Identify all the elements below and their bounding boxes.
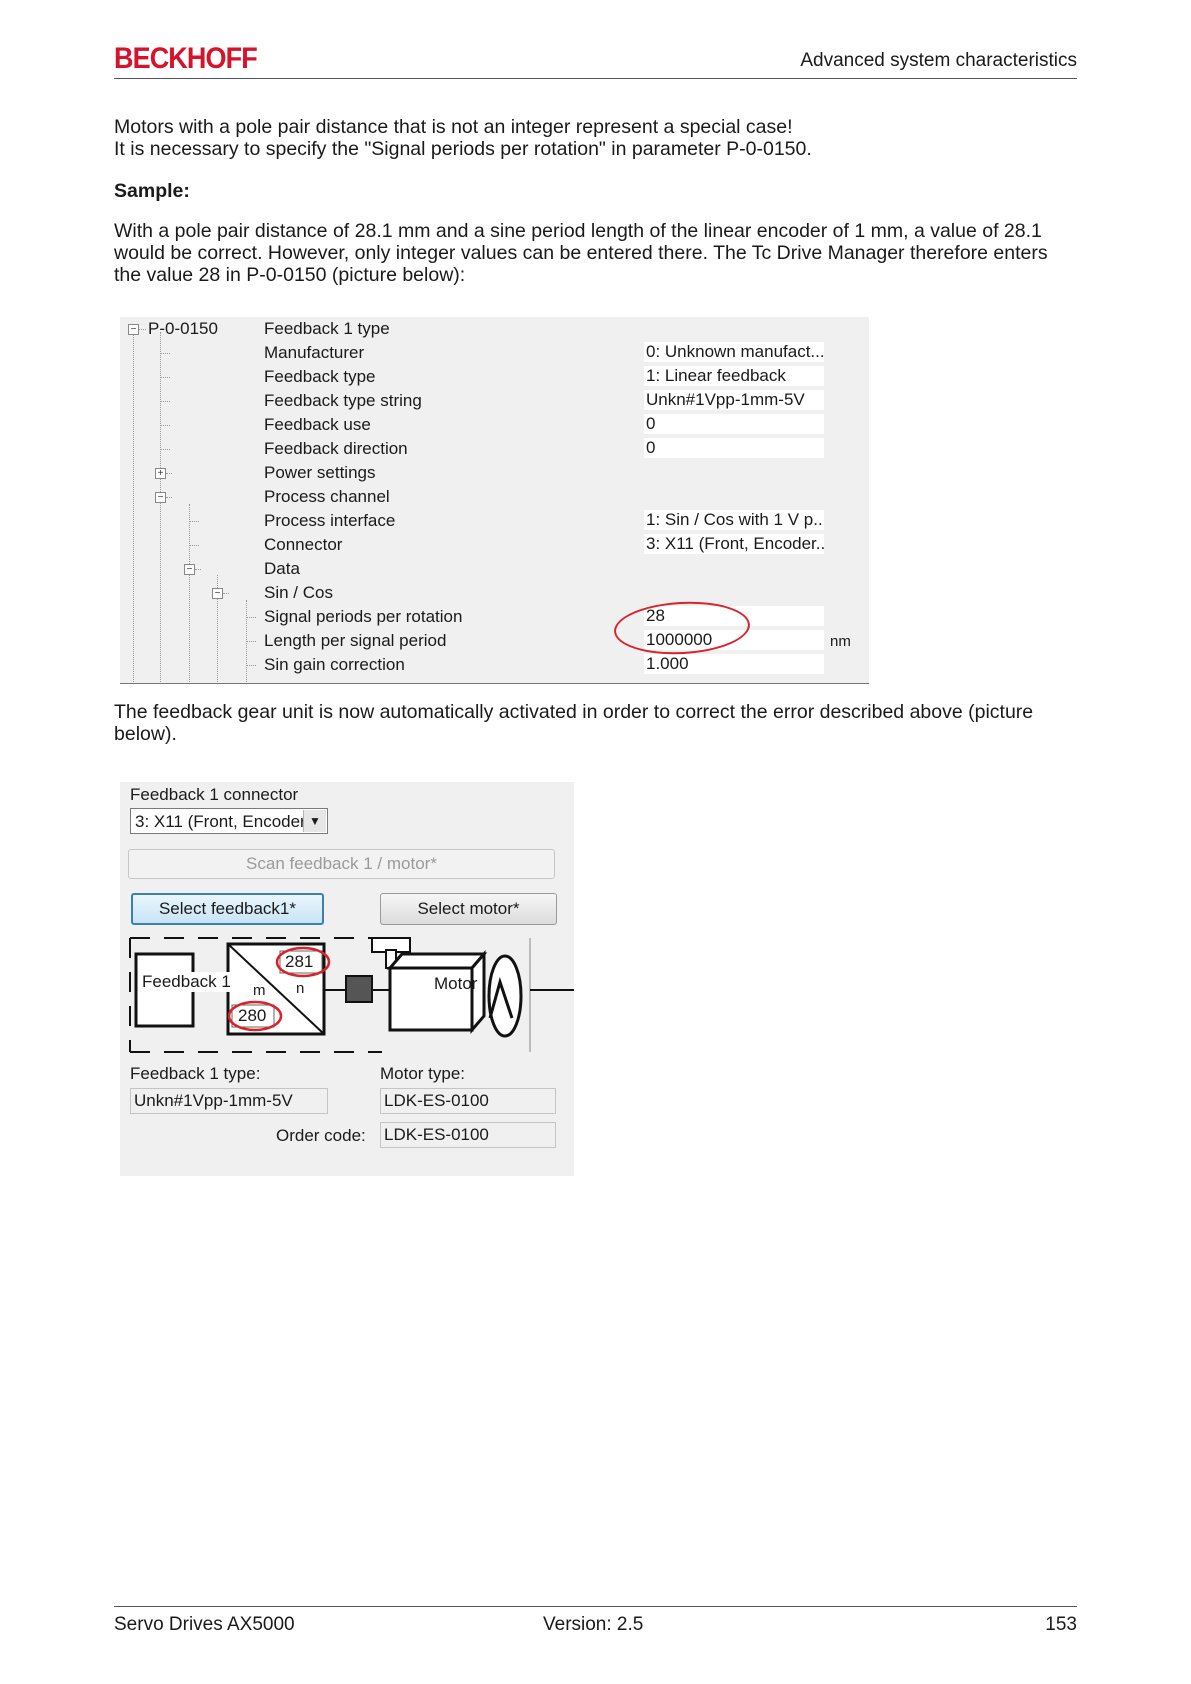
tree-connector xyxy=(166,473,172,474)
feedback-type-label: Feedback 1 type: xyxy=(130,1064,261,1083)
tree-row[interactable]: Feedback type string Unkn#1Vpp-1mm-5V xyxy=(120,389,869,413)
tree-connector xyxy=(160,353,170,354)
screenshot-border xyxy=(120,683,869,684)
footer-version: Version: 2.5 xyxy=(543,1614,644,1635)
tree-connector xyxy=(246,617,256,618)
row-value-field[interactable]: 0 xyxy=(644,414,824,434)
tree-connector xyxy=(189,521,199,522)
tree-row[interactable]: + Power settings xyxy=(120,461,869,485)
tree-row[interactable]: Connector 3: X11 (Front, Encoder... xyxy=(120,533,869,557)
row-label: Sin / Cos xyxy=(264,583,333,602)
tree-row[interactable]: − Process channel xyxy=(120,485,869,509)
collapse-icon[interactable]: − xyxy=(128,324,139,335)
tree-connector xyxy=(160,377,170,378)
motor-top xyxy=(386,952,488,970)
tree-row[interactable]: Process interface 1: Sin / Cos with 1 V … xyxy=(120,509,869,533)
tree-row[interactable]: Sin gain correction 1.000 xyxy=(120,653,869,677)
header-divider xyxy=(114,78,1077,79)
page-number: 153 xyxy=(1045,1614,1077,1635)
intro-line-2: It is necessary to specify the "Signal p… xyxy=(114,138,812,160)
intro-line-1: Motors with a pole pair distance that is… xyxy=(114,116,793,138)
gear-paragraph: The feedback gear unit is now automatica… xyxy=(114,701,1034,745)
select-feedback-button[interactable]: Select feedback1* xyxy=(131,893,324,925)
row-value-field[interactable]: Unkn#1Vpp-1mm-5V xyxy=(644,390,824,410)
footer-divider xyxy=(114,1606,1077,1607)
motor-box-label: Motor xyxy=(434,974,478,993)
drive-train-diagram xyxy=(129,937,574,1053)
sample-heading: Sample: xyxy=(114,180,190,202)
gear-numerator: 281 xyxy=(285,952,314,971)
row-label: Process interface xyxy=(264,511,396,530)
row-value-field[interactable]: 1.000 xyxy=(644,654,824,674)
parameter-id: P-0-0150 xyxy=(148,319,218,338)
parameter-tree-screenshot: − P-0-0150 Feedback 1 type Manufacturer … xyxy=(120,317,869,684)
row-label: Sin gain correction xyxy=(264,655,405,674)
connector-label: Feedback 1 connector xyxy=(130,785,299,804)
row-value-field[interactable]: 3: X11 (Front, Encoder... xyxy=(644,534,824,554)
row-value-field[interactable]: 0: Unknown manufact... xyxy=(644,342,824,362)
motor-type-field[interactable]: LDK-ES-0100 xyxy=(380,1088,556,1114)
connector-value: 3: X11 (Front, Encoder, xyxy=(135,812,310,831)
row-value-field[interactable]: 0 xyxy=(644,438,824,458)
tree-connector xyxy=(139,329,146,330)
intro-paragraph: Motors with a pole pair distance that is… xyxy=(114,116,1079,160)
tree-row[interactable]: Length per signal period 1000000 nm xyxy=(120,629,869,653)
sample-paragraph: With a pole pair distance of 28.1 mm and… xyxy=(114,220,1048,286)
expand-icon[interactable]: + xyxy=(155,468,166,479)
connector-dropdown[interactable]: 3: X11 (Front, Encoder, ▼ xyxy=(130,808,328,834)
tree-row[interactable]: Feedback use 0 xyxy=(120,413,869,437)
gear-m-label: m xyxy=(253,982,266,999)
tree-connector xyxy=(160,425,170,426)
dropdown-arrow-icon[interactable]: ▼ xyxy=(303,810,326,832)
tree-row[interactable]: Feedback type 1: Linear feedback xyxy=(120,365,869,389)
tree-row[interactable]: − Sin / Cos xyxy=(120,581,869,605)
feedback-panel-screenshot: Feedback 1 connector 3: X11 (Front, Enco… xyxy=(120,782,574,1176)
tree-row[interactable]: Manufacturer 0: Unknown manufact... xyxy=(120,341,869,365)
tree-connector xyxy=(195,569,201,570)
row-label: Feedback 1 type xyxy=(264,319,390,338)
row-label: Feedback type xyxy=(264,367,376,386)
collapse-icon[interactable]: − xyxy=(155,492,166,503)
collapse-icon[interactable]: − xyxy=(184,564,195,575)
tree-connector xyxy=(160,449,170,450)
row-label: Feedback use xyxy=(264,415,371,434)
collapse-icon[interactable]: − xyxy=(212,588,223,599)
tree-connector xyxy=(246,641,256,642)
row-label: Feedback type string xyxy=(264,391,422,410)
gear-n-label: n xyxy=(296,980,305,997)
footer-product: Servo Drives AX5000 xyxy=(114,1614,295,1635)
tree-row[interactable]: − P-0-0150 Feedback 1 type xyxy=(120,317,869,341)
row-value-field[interactable]: 1: Sin / Cos with 1 V p... xyxy=(644,510,824,530)
row-label: Power settings xyxy=(264,463,376,482)
feedback-type-field[interactable]: Unkn#1Vpp-1mm-5V xyxy=(130,1088,328,1114)
row-label: Connector xyxy=(264,535,343,554)
motor-type-label: Motor type: xyxy=(380,1064,466,1083)
section-title: Advanced system characteristics xyxy=(800,50,1077,71)
tree-connector xyxy=(166,497,172,498)
tree-connector xyxy=(223,593,229,594)
gear-denominator: 280 xyxy=(238,1006,267,1025)
order-code-field[interactable]: LDK-ES-0100 xyxy=(380,1122,556,1148)
beckhoff-logo: BECKHOFF xyxy=(114,42,258,75)
row-label: Data xyxy=(264,559,300,578)
tree-row[interactable]: Signal periods per rotation 28 xyxy=(120,605,869,629)
row-label: Feedback direction xyxy=(264,439,408,458)
row-label: Length per signal period xyxy=(264,631,447,650)
tree-connector xyxy=(246,665,256,666)
row-label: Signal periods per rotation xyxy=(264,607,463,626)
select-motor-button[interactable]: Select motor* xyxy=(380,893,557,925)
row-value-field[interactable]: 1: Linear feedback xyxy=(644,366,824,386)
tree-row[interactable]: − Data xyxy=(120,557,869,581)
order-code-label: Order code: xyxy=(276,1126,366,1145)
tree-connector xyxy=(160,401,170,402)
unit-label: nm xyxy=(830,633,851,650)
row-label: Manufacturer xyxy=(264,343,365,362)
coupling-icon xyxy=(345,975,373,1003)
row-label: Process channel xyxy=(264,487,390,506)
scan-feedback-button[interactable]: Scan feedback 1 / motor* xyxy=(128,849,555,879)
tree-connector xyxy=(189,545,199,546)
feedback-box-label: Feedback 1 xyxy=(142,972,231,992)
tree-row[interactable]: Feedback direction 0 xyxy=(120,437,869,461)
